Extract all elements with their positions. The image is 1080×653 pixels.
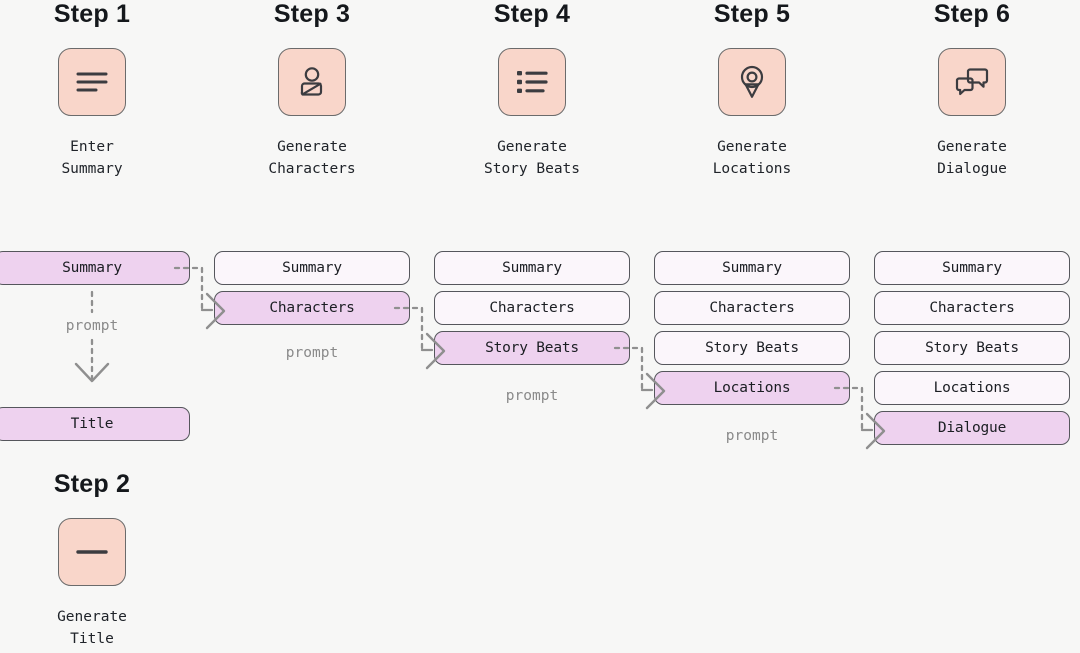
diagram-canvas: Step 1 Enter Summary Summary Title prompt (0, 0, 1080, 653)
prompt-label-2: prompt (285, 345, 339, 361)
step-icon-tile (718, 48, 786, 116)
step-2-header: Step 2 Generate Title (0, 470, 190, 650)
artifact-chip[interactable]: Locations (874, 371, 1070, 405)
artifact-chip[interactable]: Summary (434, 251, 630, 285)
step-icon-tile (278, 48, 346, 116)
step-title: Step 1 (53, 0, 131, 28)
step-column-3: Step 4 Generate Story Beats Summary Char… (434, 0, 630, 404)
step-caption: Generate Locations (712, 139, 792, 177)
artifact-stack-3: Summary Characters Story Beats (434, 251, 630, 371)
artifact-stack-1: Summary Title (0, 251, 190, 447)
artifact-chip[interactable]: Locations (654, 371, 850, 405)
artifact-chip[interactable]: Summary (0, 251, 190, 285)
artifact-chip[interactable]: Characters (874, 291, 1070, 325)
artifact-chip[interactable]: Summary (654, 251, 850, 285)
step-column-2-header: Step 3 Generate Characters (214, 0, 410, 180)
step-caption: Enter Summary (61, 139, 123, 177)
step-icon-tile (58, 518, 126, 586)
step-column-4-header: Step 5 Generate Locations (654, 0, 850, 180)
step-icon-tile (58, 48, 126, 116)
step-title: Step 4 (493, 0, 571, 28)
step-caption: Generate Characters (268, 139, 356, 177)
artifact-chip[interactable]: Story Beats (434, 331, 630, 365)
artifact-stack-4: Summary Characters Story Beats Locations (654, 251, 850, 411)
prompt-label-1: prompt (65, 318, 119, 334)
step-column-3-header: Step 4 Generate Story Beats (434, 0, 630, 180)
step-title: Step 2 (53, 470, 131, 498)
artifact-chip[interactable]: Dialogue (874, 411, 1070, 445)
artifact-chip[interactable]: Summary (874, 251, 1070, 285)
prompt-label-3: prompt (505, 388, 559, 404)
prompt-label-4: prompt (725, 428, 779, 444)
step-column-1: Step 1 Enter Summary Summary Title prompt (0, 0, 190, 441)
step-caption: Generate Dialogue (937, 139, 1007, 177)
chat-bubbles-icon (954, 67, 990, 97)
step-column-5-header: Step 6 Generate Dialogue (874, 0, 1070, 180)
step-column-4: Step 5 Generate Locations Summary Charact… (654, 0, 850, 444)
artifact-chip[interactable]: Characters (654, 291, 850, 325)
step-title: Step 6 (933, 0, 1011, 28)
step-column-2b: Step 2 Generate Title (0, 470, 190, 650)
step-icon-tile (938, 48, 1006, 116)
artifact-stack-2: Summary Characters (214, 251, 410, 331)
person-icon (295, 65, 329, 99)
artifact-chip[interactable]: Characters (214, 291, 410, 325)
step-title: Step 5 (713, 0, 791, 28)
bullet-list-icon (515, 68, 549, 96)
lines-icon (74, 67, 110, 97)
step-caption: Generate Title (57, 609, 127, 647)
step-column-5: Step 6 Generate Dialogue Summary Characte… (874, 0, 1070, 445)
artifact-chip[interactable]: Title (0, 407, 190, 441)
step-caption: Generate Story Beats (483, 139, 581, 177)
map-pin-icon (737, 64, 767, 100)
artifact-chip[interactable]: Characters (434, 291, 630, 325)
artifact-chip[interactable]: Summary (214, 251, 410, 285)
artifact-chip[interactable]: Story Beats (654, 331, 850, 365)
step-title: Step 3 (273, 0, 351, 28)
title-bar-icon (75, 546, 109, 558)
step-column-2: Step 3 Generate Characters Summary Charac… (214, 0, 410, 361)
step-column-1-header: Step 1 Enter Summary (0, 0, 190, 180)
artifact-chip[interactable]: Story Beats (874, 331, 1070, 365)
artifact-stack-5: Summary Characters Story Beats Locations Dia… (874, 251, 1070, 451)
step-icon-tile (498, 48, 566, 116)
